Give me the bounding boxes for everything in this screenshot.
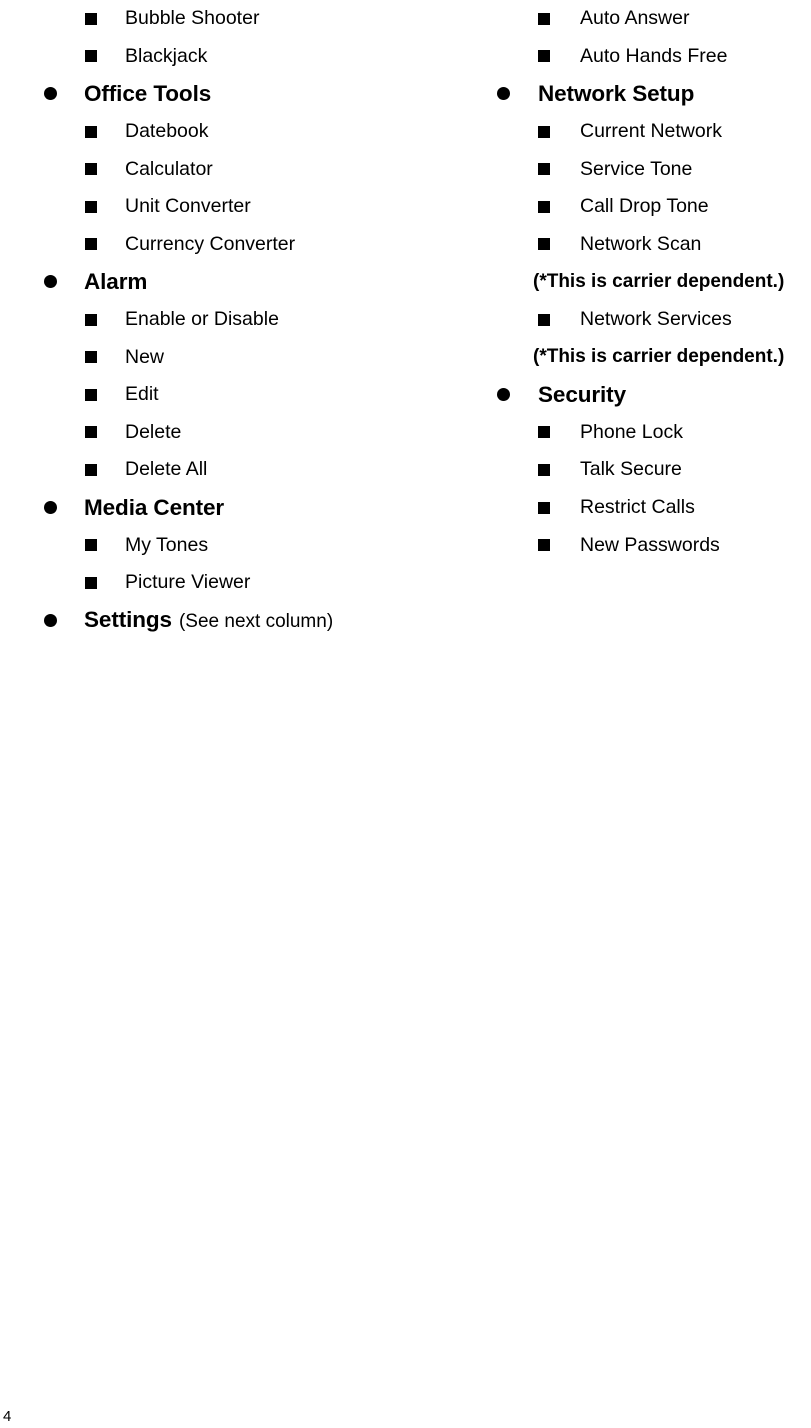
menu-item-label: Call Drop Tone bbox=[580, 195, 709, 218]
square-bullet-icon bbox=[538, 200, 550, 213]
menu-item-label: Talk Secure bbox=[580, 458, 682, 481]
square-bullet-icon bbox=[538, 12, 550, 25]
menu-item-row: Network Scan bbox=[480, 226, 811, 264]
menu-item-label: Delete All bbox=[125, 458, 208, 481]
menu-group-label: Alarm bbox=[84, 268, 148, 294]
menu-item-row: Phone Lock bbox=[480, 414, 811, 452]
menu-item-label: Calculator bbox=[125, 157, 213, 180]
menu-group-row: Alarm bbox=[0, 263, 470, 301]
menu-item-label: Auto Answer bbox=[580, 7, 690, 30]
square-bullet-icon bbox=[538, 163, 550, 176]
menu-item-label: Auto Hands Free bbox=[580, 44, 728, 67]
menu-item-row: New bbox=[0, 338, 470, 376]
menu-group-label: Settings (See next column) bbox=[84, 607, 334, 633]
square-bullet-icon bbox=[85, 50, 97, 63]
menu-item-label: My Tones bbox=[125, 533, 209, 556]
menu-group-row: Network Setup bbox=[480, 75, 811, 113]
menu-group-label: Media Center bbox=[84, 494, 225, 520]
square-bullet-icon bbox=[538, 539, 550, 552]
menu-item-label: Network Scan bbox=[580, 232, 702, 255]
square-bullet-icon bbox=[85, 163, 97, 176]
carrier-dependent-note-row: (*This is carrier dependent.) bbox=[480, 338, 811, 376]
menu-group-row: Media Center bbox=[0, 489, 470, 527]
menu-item-label: Phone Lock bbox=[580, 420, 683, 443]
square-bullet-icon bbox=[85, 576, 97, 589]
square-bullet-icon bbox=[85, 539, 97, 552]
menu-item-row: Calculator bbox=[0, 150, 470, 188]
square-bullet-icon bbox=[85, 351, 97, 364]
menu-item-label: Unit Converter bbox=[125, 195, 251, 218]
round-bullet-icon bbox=[44, 613, 57, 627]
feature-list-right-column: Auto Answer Auto Hands Free Network Setup C… bbox=[480, 0, 811, 564]
square-bullet-icon bbox=[85, 463, 97, 476]
menu-item-row: Service Tone bbox=[480, 150, 811, 188]
menu-item-row: My Tones bbox=[0, 526, 470, 564]
carrier-dependent-note-row: (*This is carrier dependent.) bbox=[480, 263, 811, 301]
menu-group-row: Office Tools bbox=[0, 75, 470, 113]
carrier-dependent-note: (*This is carrier dependent.) bbox=[533, 270, 785, 292]
square-bullet-icon bbox=[85, 200, 97, 213]
menu-item-label: Edit bbox=[125, 383, 159, 406]
menu-item-label: Datebook bbox=[125, 120, 209, 143]
square-bullet-icon bbox=[85, 313, 97, 326]
round-bullet-icon bbox=[497, 87, 510, 101]
menu-group-row: Security bbox=[480, 376, 811, 414]
square-bullet-icon bbox=[85, 388, 97, 401]
menu-item-row: Current Network bbox=[480, 113, 811, 151]
square-bullet-icon bbox=[538, 238, 550, 251]
menu-item-row: Unit Converter bbox=[0, 188, 470, 226]
menu-item-row: Enable or Disable bbox=[0, 301, 470, 339]
menu-item-row: Bubble Shooter bbox=[0, 0, 470, 38]
menu-item-label: Service Tone bbox=[580, 157, 693, 180]
menu-item-row: Blackjack bbox=[0, 38, 470, 76]
menu-item-row: Auto Hands Free bbox=[480, 38, 811, 76]
menu-item-row: Datebook bbox=[0, 113, 470, 151]
menu-item-label: New Passwords bbox=[580, 533, 720, 556]
square-bullet-icon bbox=[538, 501, 550, 514]
menu-item-row: Auto Answer bbox=[480, 0, 811, 38]
menu-item-row: Delete All bbox=[0, 451, 470, 489]
square-bullet-icon bbox=[538, 426, 550, 439]
square-bullet-icon bbox=[85, 426, 97, 439]
round-bullet-icon bbox=[44, 501, 57, 515]
feature-list-left-column: Bubble Shooter Blackjack Office Tools Dateb… bbox=[0, 0, 470, 639]
menu-group-note: (See next column) bbox=[178, 611, 334, 633]
menu-item-row: Talk Secure bbox=[480, 451, 811, 489]
carrier-dependent-note: (*This is carrier dependent.) bbox=[533, 346, 785, 368]
menu-group-label: Security bbox=[538, 381, 626, 407]
square-bullet-icon bbox=[538, 125, 550, 138]
menu-item-label: Restrict Calls bbox=[580, 496, 695, 519]
square-bullet-icon bbox=[85, 125, 97, 138]
menu-item-row: Delete bbox=[0, 414, 470, 452]
menu-item-row: New Passwords bbox=[480, 526, 811, 564]
menu-item-label: New bbox=[125, 345, 165, 368]
menu-item-label: Bubble Shooter bbox=[125, 7, 260, 30]
menu-group-label: Office Tools bbox=[84, 80, 212, 106]
menu-item-row: Currency Converter bbox=[0, 226, 470, 264]
round-bullet-icon bbox=[44, 275, 57, 289]
round-bullet-icon bbox=[44, 87, 57, 101]
square-bullet-icon bbox=[538, 463, 550, 476]
menu-item-row: Network Services bbox=[480, 301, 811, 339]
square-bullet-icon bbox=[538, 50, 550, 63]
menu-item-row: Restrict Calls bbox=[480, 489, 811, 527]
square-bullet-icon bbox=[85, 12, 97, 25]
menu-item-label: Current Network bbox=[580, 120, 722, 143]
manual-page: Bubble Shooter Blackjack Office Tools Dateb… bbox=[0, 0, 811, 1428]
menu-item-label: Picture Viewer bbox=[125, 571, 251, 594]
square-bullet-icon bbox=[85, 238, 97, 251]
menu-item-label: Network Services bbox=[580, 308, 732, 331]
menu-group-label: Network Setup bbox=[538, 80, 695, 106]
menu-item-label: Currency Converter bbox=[125, 232, 296, 255]
round-bullet-icon bbox=[497, 388, 510, 402]
menu-item-label: Delete bbox=[125, 420, 182, 443]
menu-item-row: Picture Viewer bbox=[0, 564, 470, 602]
menu-item-row: Call Drop Tone bbox=[480, 188, 811, 226]
menu-group-row: Settings (See next column) bbox=[0, 602, 470, 640]
page-number: 4 bbox=[3, 1408, 12, 1425]
menu-item-label: Blackjack bbox=[125, 44, 208, 67]
menu-item-label: Enable or Disable bbox=[125, 308, 279, 331]
menu-item-row: Edit bbox=[0, 376, 470, 414]
square-bullet-icon bbox=[538, 313, 550, 326]
